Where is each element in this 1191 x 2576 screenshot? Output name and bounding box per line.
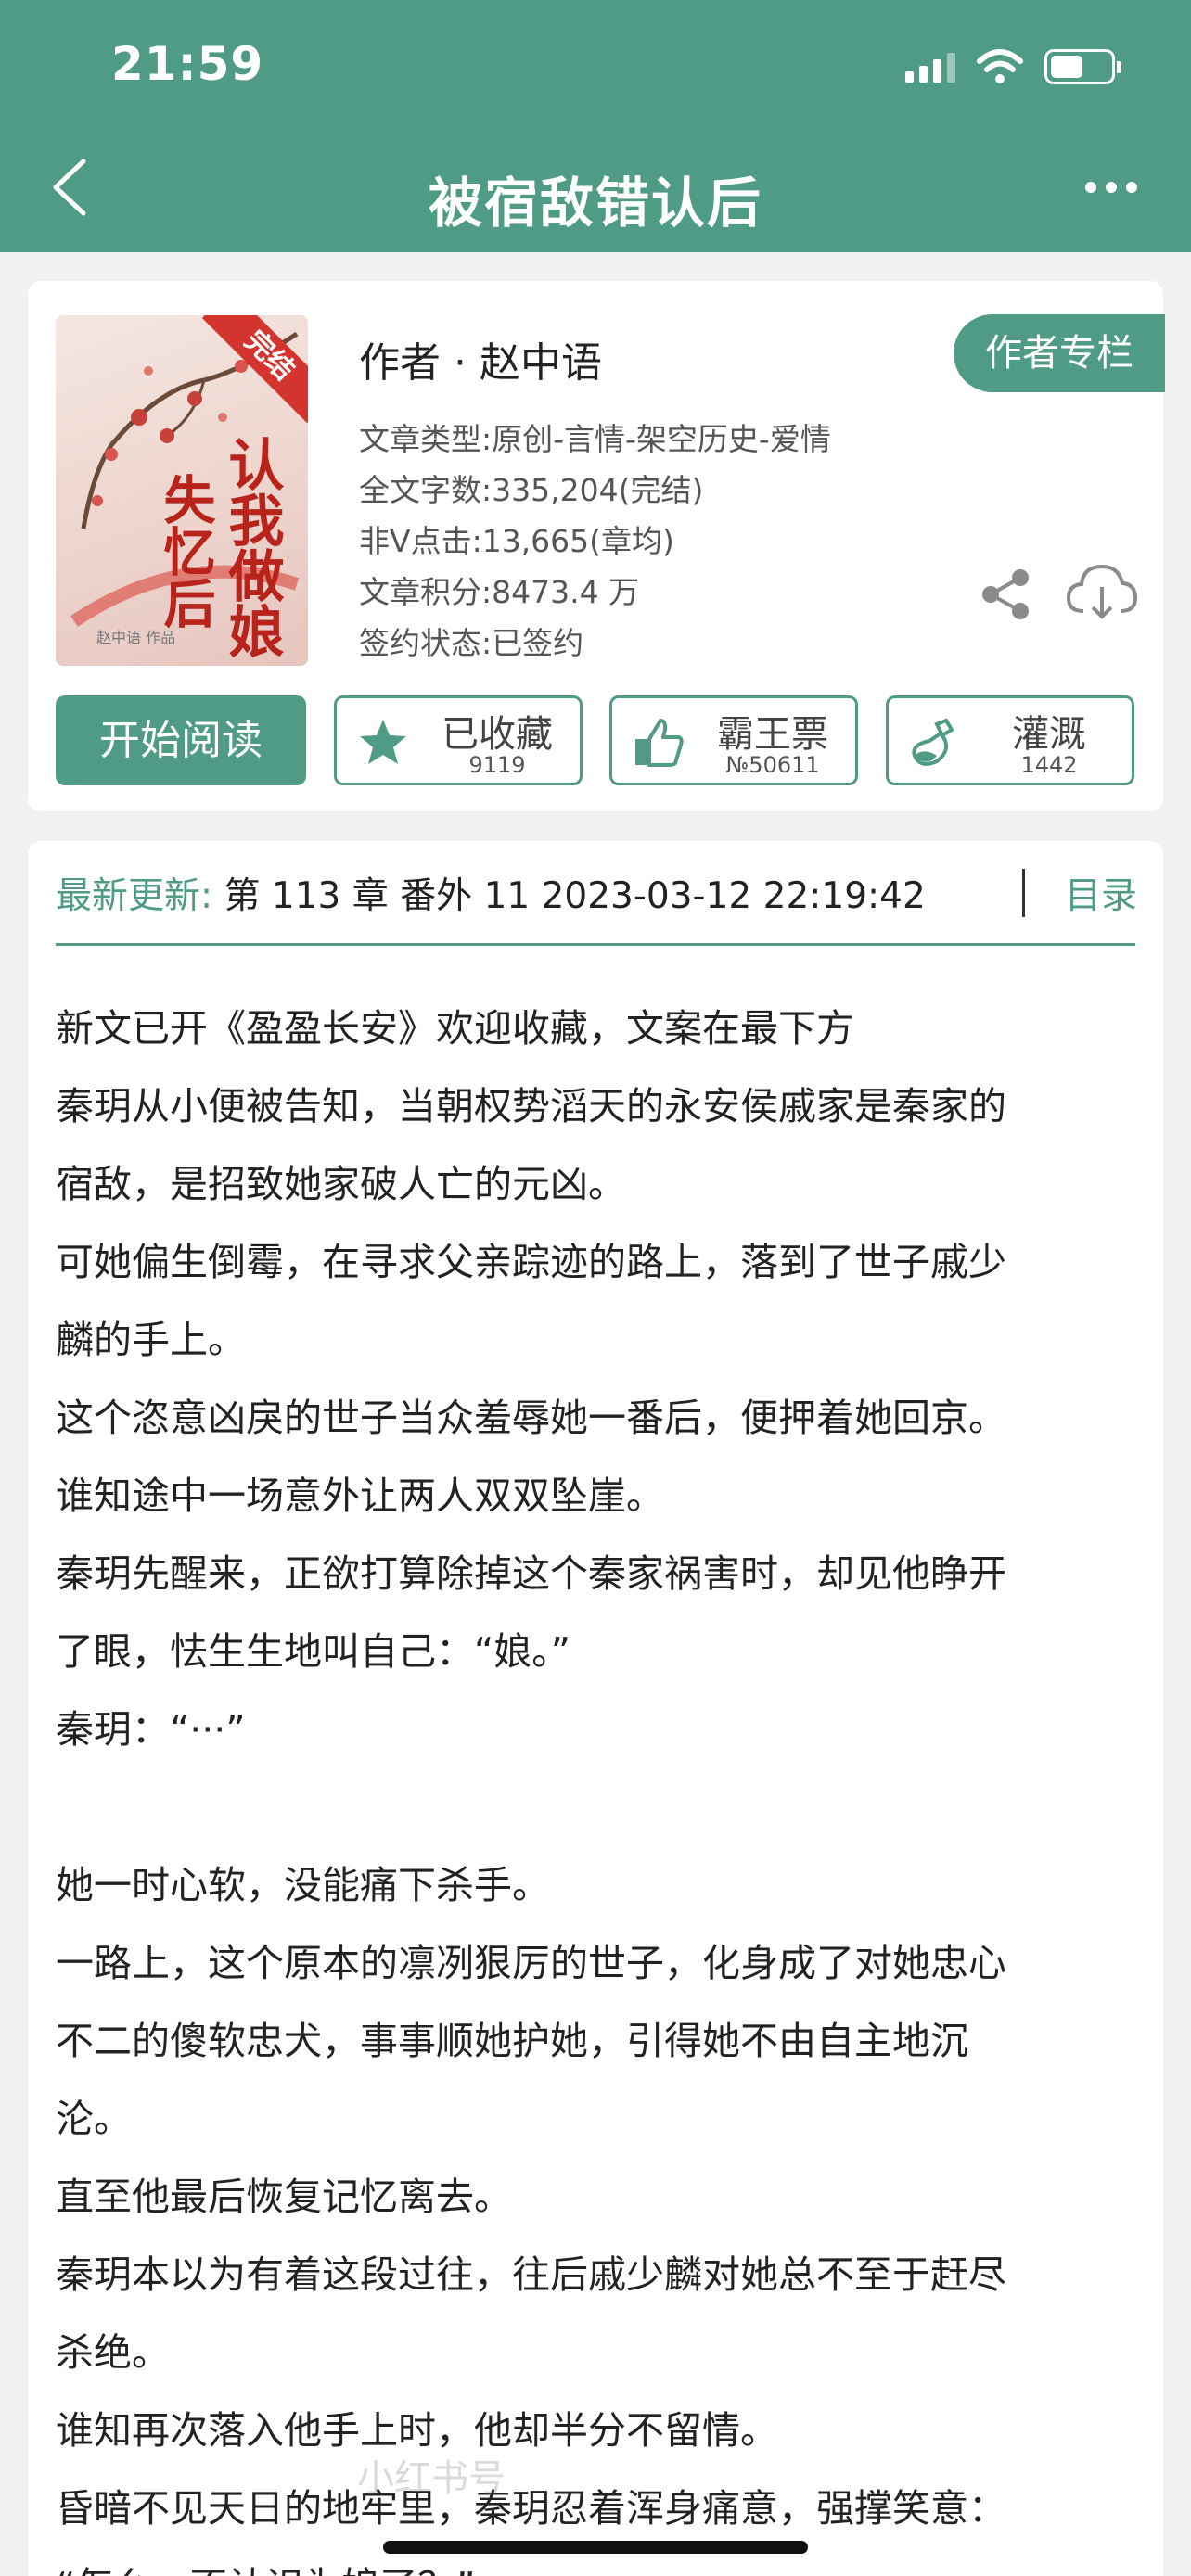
share-icon[interactable]: [978, 567, 1033, 622]
latest-update-value: 第 113 章 番外 11 2023-03-12 22:19:42: [212, 875, 926, 917]
synopsis-line: 一路上，这个原本的凛冽狠厉的世子，化身成了对她忠心: [56, 1941, 1006, 1985]
irrigate-count: 1442: [1020, 752, 1078, 778]
home-indicator[interactable]: [383, 2541, 808, 2554]
synopsis-blank-line: [56, 1768, 1150, 1846]
divider: [56, 943, 1135, 946]
latest-update[interactable]: 最新更新: 第 113 章 番外 11 2023-03-12 22:19:42: [56, 867, 926, 919]
table-of-contents-link[interactable]: 目录: [1065, 867, 1137, 919]
nutrient-bottle-icon: [912, 718, 954, 766]
meta-score: 文章积分:8473.4 万: [359, 574, 640, 610]
synopsis-line: 不二的傻软忠犬，事事顺她护她，引得她不由自主地沉: [56, 2019, 968, 2063]
synopsis-line: 谁知途中一场意外让两人双双坠崖。: [56, 1473, 664, 1518]
synopsis-line: 宿敌，是招致她家破人亡的元凶。: [56, 1162, 626, 1206]
latest-update-label: 最新更新:: [56, 875, 213, 917]
cover-title-text: 认我做娘: [219, 436, 284, 658]
synopsis-line: 她一时心软，没能痛下杀手。: [56, 1863, 550, 1907]
book-cover[interactable]: 完结 认我做娘 失忆后 赵中语 作品: [56, 315, 308, 666]
thumbs-up-icon: [635, 719, 684, 767]
synopsis-line: 秦玥从小便被告知，当朝权势滔天的永安侯戚家是秦家的: [56, 1084, 1006, 1129]
author-column-button[interactable]: 作者专栏: [954, 314, 1165, 392]
start-reading-button[interactable]: 开始阅读: [56, 695, 306, 785]
collect-button[interactable]: 已收藏 9119: [334, 695, 583, 785]
synopsis-line: 杀绝。: [56, 2330, 170, 2375]
synopsis-line: 昏暗不见天日的地牢里，秦玥忍着浑身痛意，强撑笑意：: [56, 2486, 1006, 2531]
cover-title-text-2: 失忆后: [155, 473, 215, 629]
cover-author-text: 赵中语 作品: [96, 629, 176, 646]
irrigate-label: 灌溉: [1012, 713, 1086, 756]
synopsis-line: 这个恣意凶戾的世子当众羞辱她一番后，便押着她回京。: [56, 1396, 1006, 1440]
synopsis-line: 直至他最后恢复记忆离去。: [56, 2174, 512, 2219]
synopsis-line: 新文已开《盈盈长安》欢迎收藏，文案在最下方: [56, 1006, 854, 1051]
watermark: 小红书号: [357, 2457, 506, 2500]
divider: [1022, 869, 1025, 917]
synopsis-text: 新文已开《盈盈长安》欢迎收藏，文案在最下方 秦玥从小便被告知，当朝权势滔天的永安…: [56, 989, 1150, 2576]
battery-icon: [1044, 49, 1121, 84]
status-time: 21:59: [111, 37, 264, 91]
more-icon[interactable]: [1085, 182, 1137, 193]
download-cloud-icon[interactable]: [1065, 559, 1139, 624]
book-meta: 文章类型:原创-言情-架空历史-爱情 全文字数:335,204(完结) 非V点击…: [359, 414, 831, 669]
bawang-count: №50611: [725, 752, 820, 778]
synopsis-line: 秦玥本以为有着这段过往，往后戚少麟对她总不至于赶尽: [56, 2252, 1006, 2297]
meta-clicks: 非V点击:13,665(章均): [359, 523, 674, 559]
page-title: 被宿敌错认后: [428, 172, 762, 235]
top-bar: 21:59 被宿敌错认后: [0, 0, 1191, 252]
book-info-card: 完结 认我做娘 失忆后 赵中语 作品 作者 · 赵中语 作者专栏 文章类型:原创…: [28, 281, 1165, 811]
bawang-label: 霸王票: [717, 713, 828, 756]
irrigate-button[interactable]: 灌溉 1442: [886, 695, 1134, 785]
status-icons: [905, 46, 1121, 87]
star-icon: [360, 720, 406, 764]
collect-count: 9119: [468, 752, 526, 778]
synopsis-line: 了眼，怯生生地叫自己：“娘。”: [56, 1629, 570, 1674]
signal-icon: [905, 51, 955, 83]
meta-genre: 文章类型:原创-言情-架空历史-爱情: [359, 421, 831, 457]
bawang-ticket-button[interactable]: 霸王票 №50611: [609, 695, 858, 785]
author-name[interactable]: 作者 · 赵中语: [359, 329, 602, 389]
meta-word-count: 全文字数:335,204(完结): [359, 472, 704, 508]
synopsis-line: 秦玥先醒来，正欲打算除掉这个秦家祸害时，却见他睁开: [56, 1551, 1006, 1596]
synopsis-line: 谁知再次落入他手上时，他却半分不留情。: [56, 2408, 778, 2453]
collect-label: 已收藏: [442, 713, 553, 756]
synopsis-line: 麟的手上。: [56, 1318, 246, 1362]
meta-contract: 签约状态:已签约: [359, 625, 584, 661]
synopsis-line: 可她偏生倒霉，在寻求父亲踪迹的路上，落到了世子戚少: [56, 1240, 1006, 1284]
synopsis-line: 秦玥：“···”: [56, 1707, 246, 1752]
wifi-icon: [977, 49, 1023, 83]
synopsis-card: 最新更新: 第 113 章 番外 11 2023-03-12 22:19:42 …: [28, 841, 1163, 2576]
synopsis-line: 沦。: [56, 2097, 132, 2141]
